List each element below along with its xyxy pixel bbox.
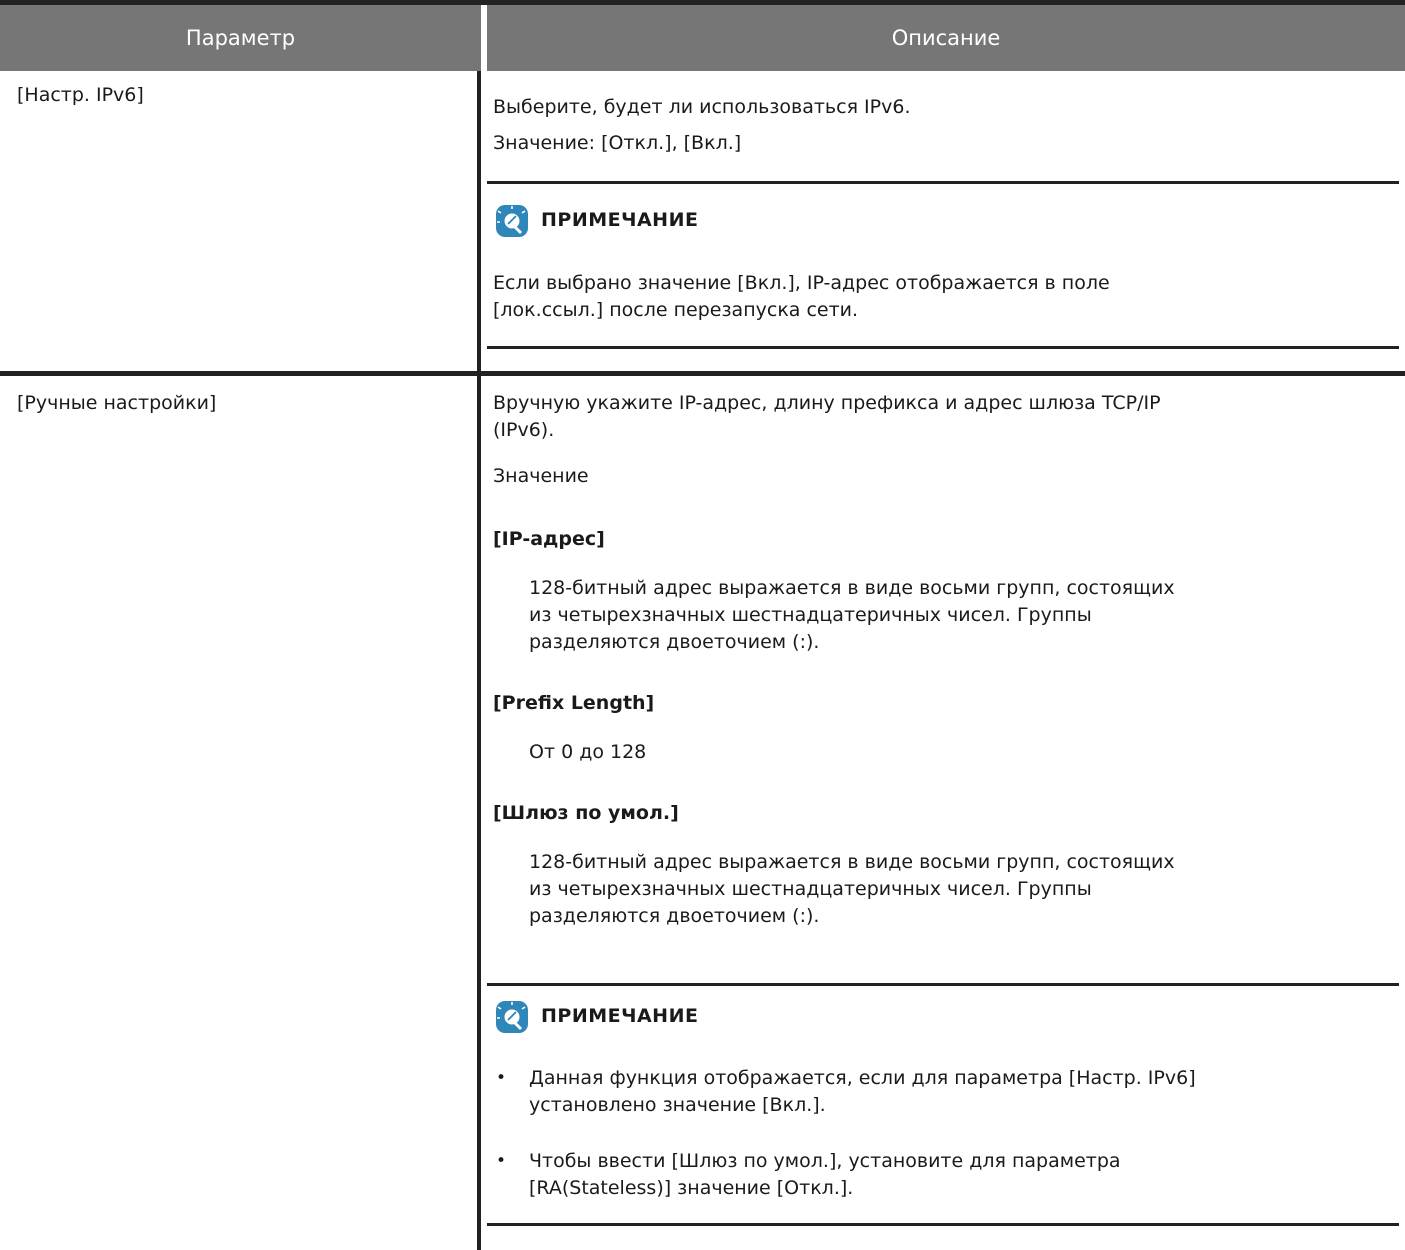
row-desc-line: Выберите, будет ли использоваться IPv6. [493,96,911,118]
row-divider [0,371,1405,376]
note-bullet-line: Чтобы ввести [Шлюз по умол.], установите… [529,1150,1121,1172]
value-text-line: разделяются двоеточием (:). [529,631,820,653]
bullet-marker: • [496,1068,507,1088]
value-title: [Prefix Length] [493,692,655,714]
value-title: [Шлюз по умол.] [493,802,679,824]
note-text-line: [лок.ссыл.] после перезапуска сети. [493,299,859,321]
row-desc-line: Значение: [Откл.], [Вкл.] [493,132,742,154]
note-title: ПРИМЕЧАНИЕ [541,1005,699,1027]
value-text-line: 128-битный адрес выражается в виде восьм… [529,851,1175,873]
value-text-line: из четырехзначных шестнадцатеричных чисе… [529,878,1092,900]
note-bullet-line: [RA(Stateless)] значение [Откл.]. [529,1177,854,1199]
note-bottom-rule [487,1223,1399,1226]
note-top-rule [487,181,1399,184]
row-desc-line: Вручную укажите IP-адрес, длину префикса… [493,392,1161,414]
row-param-manual: [Ручные настройки] [17,392,217,414]
value-text-line: 128-битный адрес выражается в виде восьм… [529,577,1175,599]
note-lightbulb-icon [496,1001,528,1033]
column-header-desc: Описание [487,5,1405,71]
value-title: [IP-адрес] [493,528,605,550]
value-text-line: От 0 до 128 [529,741,647,763]
note-top-rule [487,983,1399,986]
note-text-line: Если выбрано значение [Вкл.], IP-адрес о… [493,272,1110,294]
bullet-marker: • [496,1151,507,1171]
note-bullet-line: установлено значение [Вкл.]. [529,1094,826,1116]
note-bullet-line: Данная функция отображается, если для па… [529,1067,1196,1089]
column-header-param: Параметр [0,5,481,71]
column-separator [477,71,481,1250]
note-lightbulb-icon [496,205,528,237]
parameter-table: Параметр Описание [Настр. IPv6] Выберите… [0,0,1405,1250]
row-param-ipv6: [Настр. IPv6] [17,84,144,106]
note-bottom-rule [487,346,1399,349]
row-desc-line: (IPv6). [493,419,555,441]
row-desc-line: Значение [493,465,589,487]
value-text-line: разделяются двоеточием (:). [529,905,820,927]
value-text-line: из четырехзначных шестнадцатеричных чисе… [529,604,1092,626]
note-title: ПРИМЕЧАНИЕ [541,209,699,231]
